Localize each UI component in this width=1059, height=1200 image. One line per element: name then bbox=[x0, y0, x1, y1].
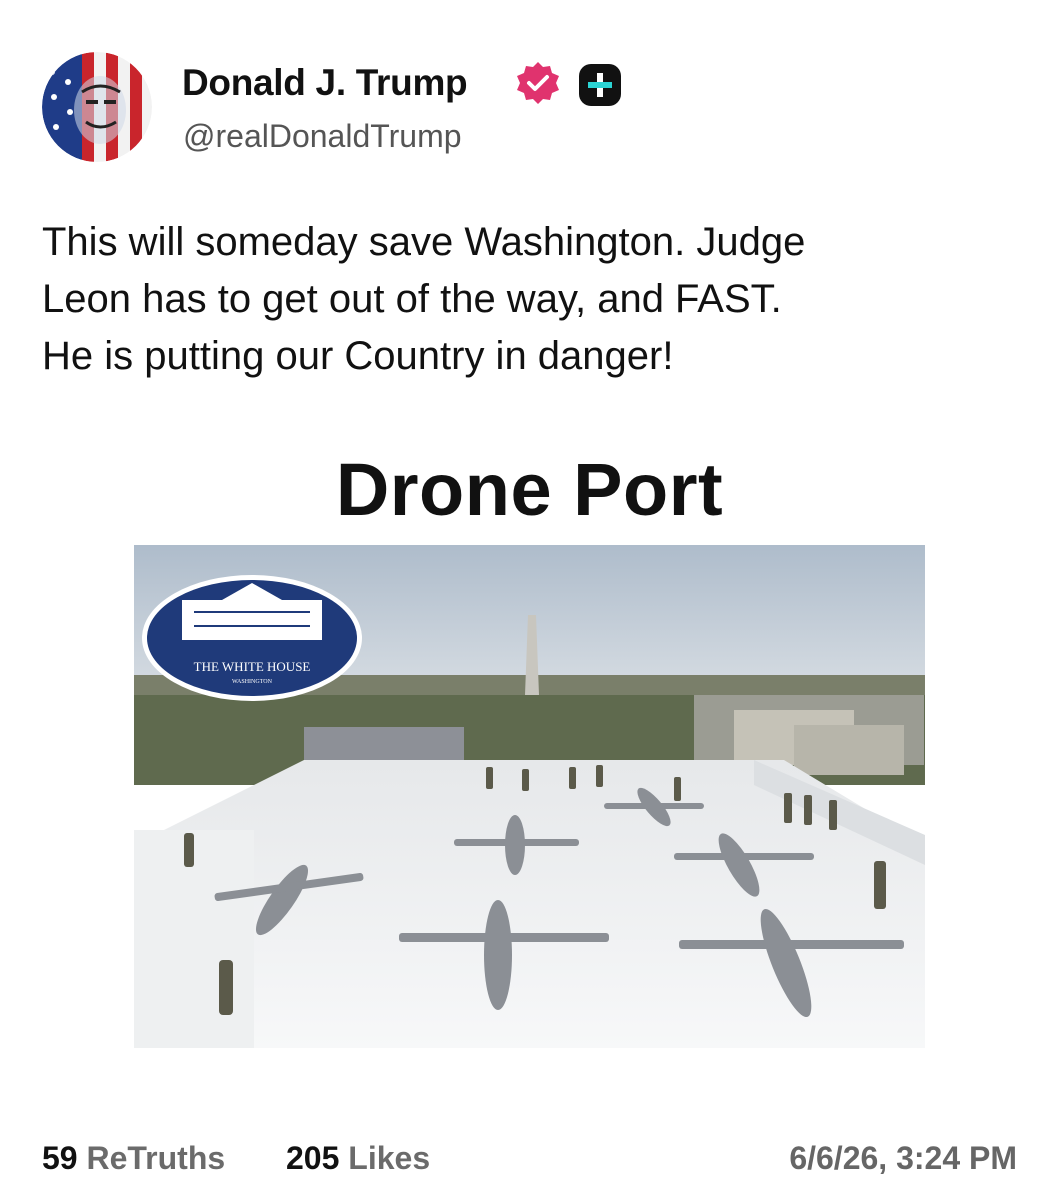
post-footer: 59 ReTruths 205 Likes 6/6/26, 3:24 PM bbox=[42, 1136, 1017, 1180]
post-card: Donald J. Trump @realDonaldTrump This wi… bbox=[0, 0, 1059, 1200]
avatar-image bbox=[42, 52, 152, 162]
likes-label: Likes bbox=[348, 1140, 431, 1176]
retruths-stat[interactable]: 59 ReTruths bbox=[42, 1136, 225, 1180]
seal-subtext: WASHINGTON bbox=[232, 679, 273, 685]
avatar[interactable] bbox=[42, 52, 152, 162]
media-title: Drone Port bbox=[335, 448, 724, 531]
likes-stat[interactable]: 205 Likes bbox=[286, 1136, 430, 1180]
retruths-label: ReTruths bbox=[86, 1140, 226, 1176]
post-text-line: He is putting our Country in danger! bbox=[42, 334, 674, 378]
post-timestamp[interactable]: 6/6/26, 3:24 PM bbox=[789, 1136, 1017, 1180]
seal-text: THE WHITE HOUSE bbox=[194, 659, 311, 674]
verified-badge-icon bbox=[514, 60, 562, 108]
display-name[interactable]: Donald J. Trump bbox=[182, 60, 468, 106]
post-text-line: This will someday save Washington. Judge bbox=[42, 220, 806, 264]
retruths-count: 59 bbox=[42, 1140, 78, 1176]
post-text-line: Leon has to get out of the way, and FAST… bbox=[42, 277, 782, 321]
likes-count: 205 bbox=[286, 1140, 340, 1176]
media-image[interactable]: THE WHITE HOUSE WASHINGTON bbox=[134, 545, 925, 1048]
user-handle[interactable]: @realDonaldTrump bbox=[183, 116, 462, 156]
plus-badge-icon bbox=[578, 63, 622, 107]
post-text: This will someday save Washington. Judge… bbox=[42, 214, 1002, 385]
